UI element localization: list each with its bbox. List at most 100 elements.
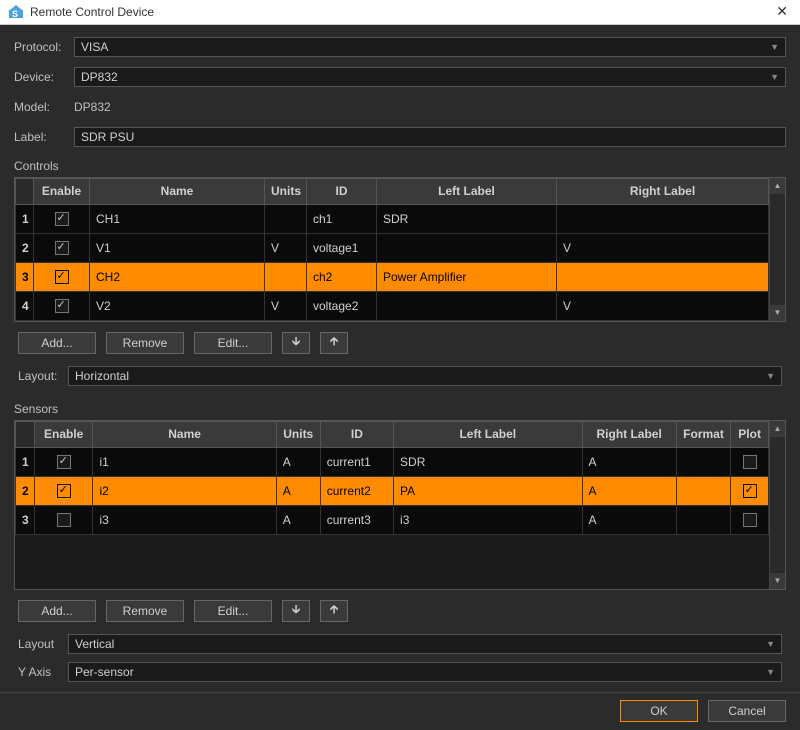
table-row[interactable]: 2i2Acurrent2PAA <box>16 476 769 505</box>
left-label-cell[interactable]: PA <box>394 476 583 505</box>
plot-cell[interactable] <box>731 505 769 534</box>
name-cell[interactable]: V2 <box>90 291 265 320</box>
checkbox-icon[interactable] <box>55 212 69 226</box>
id-cell[interactable]: voltage2 <box>307 291 377 320</box>
table-row[interactable]: 2V1Vvoltage1V <box>16 233 769 262</box>
checkbox-icon[interactable] <box>55 299 69 313</box>
sensors-edit-button[interactable]: Edit... <box>194 600 272 622</box>
format-cell[interactable] <box>676 447 730 476</box>
plot-cell[interactable] <box>731 476 769 505</box>
left-label-cell[interactable]: SDR <box>394 447 583 476</box>
sensors-yaxis-combo[interactable]: Per-sensor ▼ <box>68 662 782 682</box>
units-cell[interactable] <box>265 262 307 291</box>
ok-button[interactable]: OK <box>620 700 698 722</box>
controls-edit-button[interactable]: Edit... <box>194 332 272 354</box>
enable-cell[interactable] <box>34 447 93 476</box>
checkbox-icon[interactable] <box>57 455 71 469</box>
enable-cell[interactable] <box>34 262 90 291</box>
col-right-label[interactable]: Right Label <box>582 421 676 447</box>
enable-cell[interactable] <box>34 505 93 534</box>
checkbox-icon[interactable] <box>55 270 69 284</box>
units-cell[interactable]: A <box>276 476 320 505</box>
right-label-cell[interactable] <box>557 204 769 233</box>
left-label-cell[interactable] <box>377 291 557 320</box>
table-row[interactable]: 1CH1ch1SDR <box>16 204 769 233</box>
protocol-combo[interactable]: VISA ▼ <box>74 37 786 57</box>
enable-cell[interactable] <box>34 233 90 262</box>
scroll-up-icon[interactable]: ▲ <box>770 178 785 194</box>
col-name[interactable]: Name <box>90 178 265 204</box>
label-input[interactable]: SDR PSU <box>74 127 786 147</box>
right-label-cell[interactable]: A <box>582 476 676 505</box>
name-cell[interactable]: V1 <box>90 233 265 262</box>
sensors-layout-combo[interactable]: Vertical ▼ <box>68 634 782 654</box>
right-label-cell[interactable]: V <box>557 233 769 262</box>
name-cell[interactable]: i3 <box>93 505 276 534</box>
cancel-button[interactable]: Cancel <box>708 700 786 722</box>
checkbox-icon[interactable] <box>743 455 757 469</box>
format-cell[interactable] <box>676 505 730 534</box>
scroll-down-icon[interactable]: ▼ <box>770 573 785 589</box>
device-combo[interactable]: DP832 ▼ <box>74 67 786 87</box>
close-icon[interactable]: ✕ <box>772 3 792 20</box>
scroll-down-icon[interactable]: ▼ <box>770 305 785 321</box>
controls-move-up-button[interactable]: 🡱 <box>320 332 348 354</box>
id-cell[interactable]: current1 <box>320 447 393 476</box>
col-id[interactable]: ID <box>307 178 377 204</box>
id-cell[interactable]: ch2 <box>307 262 377 291</box>
enable-cell[interactable] <box>34 476 93 505</box>
left-label-cell[interactable]: i3 <box>394 505 583 534</box>
sensors-scrollbar[interactable]: ▲ ▼ <box>769 421 785 589</box>
col-enable[interactable]: Enable <box>34 178 90 204</box>
plot-cell[interactable] <box>731 447 769 476</box>
sensors-remove-button[interactable]: Remove <box>106 600 184 622</box>
sensors-add-button[interactable]: Add... <box>18 600 96 622</box>
checkbox-icon[interactable] <box>743 484 757 498</box>
table-row[interactable]: 1i1Acurrent1SDRA <box>16 447 769 476</box>
table-row[interactable]: 4V2Vvoltage2V <box>16 291 769 320</box>
col-format[interactable]: Format <box>676 421 730 447</box>
col-id[interactable]: ID <box>320 421 393 447</box>
table-row[interactable]: 3CH2ch2Power Amplifier <box>16 262 769 291</box>
left-label-cell[interactable] <box>377 233 557 262</box>
name-cell[interactable]: i2 <box>93 476 276 505</box>
left-label-cell[interactable]: Power Amplifier <box>377 262 557 291</box>
checkbox-icon[interactable] <box>57 484 71 498</box>
col-right-label[interactable]: Right Label <box>557 178 769 204</box>
id-cell[interactable]: ch1 <box>307 204 377 233</box>
col-name[interactable]: Name <box>93 421 276 447</box>
col-units[interactable]: Units <box>276 421 320 447</box>
units-cell[interactable]: V <box>265 291 307 320</box>
right-label-cell[interactable]: A <box>582 505 676 534</box>
left-label-cell[interactable]: SDR <box>377 204 557 233</box>
scroll-up-icon[interactable]: ▲ <box>770 421 785 437</box>
right-label-cell[interactable]: A <box>582 447 676 476</box>
right-label-cell[interactable]: V <box>557 291 769 320</box>
checkbox-icon[interactable] <box>743 513 757 527</box>
units-cell[interactable]: A <box>276 447 320 476</box>
name-cell[interactable]: i1 <box>93 447 276 476</box>
controls-remove-button[interactable]: Remove <box>106 332 184 354</box>
col-plot[interactable]: Plot <box>731 421 769 447</box>
format-cell[interactable] <box>676 476 730 505</box>
units-cell[interactable]: V <box>265 233 307 262</box>
col-left-label[interactable]: Left Label <box>394 421 583 447</box>
controls-scrollbar[interactable]: ▲ ▼ <box>769 178 785 321</box>
id-cell[interactable]: voltage1 <box>307 233 377 262</box>
checkbox-icon[interactable] <box>57 513 71 527</box>
sensors-move-up-button[interactable]: 🡱 <box>320 600 348 622</box>
units-cell[interactable] <box>265 204 307 233</box>
controls-layout-combo[interactable]: Horizontal ▼ <box>68 366 782 386</box>
sensors-move-down-button[interactable]: 🡳 <box>282 600 310 622</box>
enable-cell[interactable] <box>34 204 90 233</box>
right-label-cell[interactable] <box>557 262 769 291</box>
enable-cell[interactable] <box>34 291 90 320</box>
units-cell[interactable]: A <box>276 505 320 534</box>
checkbox-icon[interactable] <box>55 241 69 255</box>
name-cell[interactable]: CH2 <box>90 262 265 291</box>
name-cell[interactable]: CH1 <box>90 204 265 233</box>
table-row[interactable]: 3i3Acurrent3i3A <box>16 505 769 534</box>
controls-add-button[interactable]: Add... <box>18 332 96 354</box>
col-units[interactable]: Units <box>265 178 307 204</box>
controls-move-down-button[interactable]: 🡳 <box>282 332 310 354</box>
